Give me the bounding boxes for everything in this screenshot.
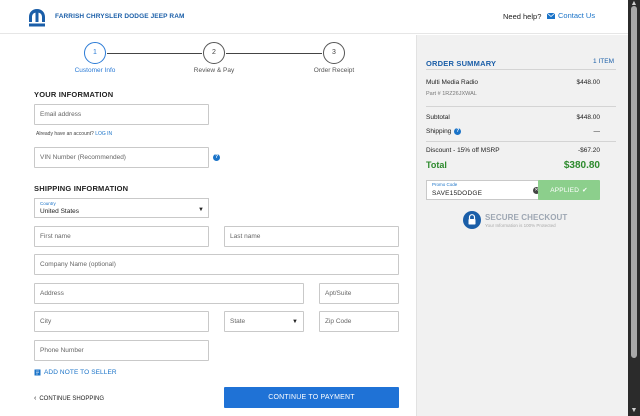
last-name-field[interactable]: Last name [224, 226, 399, 247]
step-3-circle: 3 [323, 42, 345, 64]
step-1-circle: 1 [84, 42, 106, 64]
zip-field[interactable]: Zip Code [319, 311, 399, 332]
total-value: $380.80 [563, 160, 600, 171]
country-label: Country [40, 201, 56, 206]
promo-code-field[interactable]: Promo Code SAVE15DODGE ✕ [426, 180, 546, 200]
contact-us-link[interactable]: Contact Us [547, 11, 595, 20]
address-placeholder: Address [40, 290, 64, 297]
secure-checkout-subtitle: Your Information is 100% Protected [485, 223, 556, 228]
item-name: Multi Media Radio [426, 79, 479, 86]
login-link[interactable]: LOG IN [95, 131, 112, 137]
order-summary-title: ORDER SUMMARY [426, 59, 497, 68]
phone-field[interactable]: Phone Number [34, 340, 209, 361]
step-1-label: Customer Info [74, 67, 116, 74]
vin-help-icon[interactable]: ? [213, 154, 220, 161]
scroll-down-icon[interactable]: ▼ [630, 407, 638, 415]
shipping-value: — [593, 128, 601, 135]
account-prompt: Already have an account? LOG IN [36, 131, 112, 137]
your-information-heading: YOUR INFORMATION [34, 90, 114, 99]
divider [426, 69, 616, 70]
item-count: 1 ITEM [593, 58, 614, 65]
country-value: United States [40, 208, 80, 215]
line-item: Multi Media Radio $448.00 [426, 79, 600, 86]
applied-button[interactable]: APPLIED ✔ [538, 180, 600, 200]
discount-value: -$67.20 [577, 147, 600, 154]
last-name-placeholder: Last name [230, 233, 261, 240]
vin-placeholder: VIN Number (Recommended) [40, 154, 126, 161]
country-select[interactable]: Country United States ▼ [34, 198, 209, 218]
promo-code-value: SAVE15DODGE [432, 190, 483, 197]
dealer-name[interactable]: FARRISH CHRYSLER DODGE JEEP RAM [55, 13, 185, 20]
continue-to-payment-button[interactable]: CONTINUE TO PAYMENT [224, 387, 399, 408]
email-field[interactable]: Email address [34, 104, 209, 125]
add-note-link[interactable]: ADD NOTE TO SELLER [34, 369, 117, 376]
state-select[interactable]: State ▼ [224, 311, 304, 332]
checkmark-icon: ✔ [582, 187, 588, 194]
discount-row: Discount - 15% off MSRP -$67.20 [426, 147, 600, 154]
step-2-label: Review & Pay [193, 67, 235, 74]
subtotal-value: $448.00 [576, 114, 601, 121]
shipping-help-icon[interactable]: ? [454, 128, 462, 135]
item-price: $448.00 [576, 79, 601, 86]
zip-placeholder: Zip Code [325, 318, 352, 325]
phone-placeholder: Phone Number [40, 347, 84, 354]
add-note-label: ADD NOTE TO SELLER [44, 369, 117, 376]
step-connector [226, 53, 322, 54]
shipping-information-heading: SHIPPING INFORMATION [34, 184, 129, 193]
divider [426, 141, 616, 142]
chevron-left-icon: ‹ [34, 395, 37, 402]
shipping-row: Shipping ? — [426, 128, 600, 135]
subtotal-row: Subtotal $448.00 [426, 114, 600, 121]
mopar-logo-icon [29, 9, 45, 27]
step-3-label: Order Receipt [313, 67, 355, 74]
checkout-steps: 1 2 3 Customer Info Review & Pay Order R… [64, 42, 364, 76]
secure-checkout-badge: SECURE CHECKOUT Your Information is 100%… [463, 211, 593, 233]
order-summary-panel: ORDER SUMMARY 1 ITEM Multi Media Radio $… [416, 35, 628, 416]
lock-icon [463, 211, 481, 229]
account-text: Already have an account? [36, 131, 94, 137]
step-2-circle: 2 [203, 42, 225, 64]
address-field[interactable]: Address [34, 283, 304, 304]
discount-label: Discount - 15% off MSRP [426, 147, 500, 154]
subtotal-label: Subtotal [426, 114, 450, 121]
note-icon [34, 369, 41, 376]
vin-field[interactable]: VIN Number (Recommended) [34, 147, 209, 168]
caret-down-icon: ▼ [292, 318, 298, 325]
email-placeholder: Email address [40, 111, 82, 118]
promo-code-label: Promo Code [432, 182, 458, 187]
checkout-page: FARRISH CHRYSLER DODGE JEEP RAM Need hel… [0, 0, 628, 416]
envelope-icon [547, 12, 555, 19]
help-text: Need help? [503, 12, 542, 21]
step-connector [107, 53, 202, 54]
company-field[interactable]: Company Name (optional) [34, 254, 399, 275]
company-placeholder: Company Name (optional) [40, 261, 116, 268]
apt-field[interactable]: Apt/Suite [319, 283, 399, 304]
first-name-placeholder: First name [40, 233, 71, 240]
apt-placeholder: Apt/Suite [325, 290, 352, 297]
divider [426, 106, 616, 107]
total-row: Total $380.80 [426, 160, 600, 171]
header: FARRISH CHRYSLER DODGE JEEP RAM Need hel… [0, 0, 628, 34]
item-part-number: Part # 1RZ26JXWAL [426, 91, 477, 97]
continue-shopping-link[interactable]: ‹ CONTINUE SHOPPING [34, 395, 104, 402]
first-name-field[interactable]: First name [34, 226, 209, 247]
caret-down-icon: ▼ [198, 207, 204, 213]
city-placeholder: City [40, 318, 52, 325]
scrollbar[interactable]: ▲ ▼ [628, 0, 640, 416]
city-field[interactable]: City [34, 311, 209, 332]
continue-shopping-label: CONTINUE SHOPPING [39, 395, 105, 402]
applied-label: APPLIED [550, 186, 580, 194]
contact-us-label: Contact Us [558, 11, 596, 20]
shipping-label: Shipping [426, 128, 452, 135]
state-placeholder: State [230, 318, 246, 325]
total-label: Total [426, 160, 447, 170]
secure-checkout-title: SECURE CHECKOUT [485, 213, 568, 222]
scrollbar-thumb[interactable] [631, 6, 637, 358]
